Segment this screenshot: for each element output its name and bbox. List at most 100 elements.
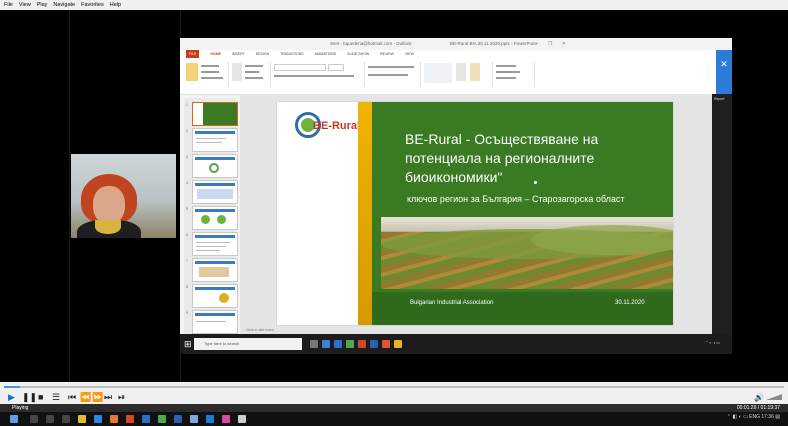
task-view-icon[interactable] (310, 340, 318, 348)
ribbon-group-clipboard (184, 61, 229, 87)
windows-start-icon[interactable]: ⊞ (184, 339, 192, 350)
tray-clock[interactable]: 17:36 (761, 414, 774, 420)
tab-slide-show[interactable]: SLIDE SHOW (347, 52, 369, 56)
shapes-gallery-icon[interactable] (424, 63, 452, 83)
current-slide[interactable]: BE-Rural BE-Rural - Осъществяване на пот… (277, 102, 673, 325)
app-icon[interactable] (382, 340, 390, 348)
app-icon[interactable] (238, 415, 246, 423)
close-icon[interactable]: ✕ (716, 50, 732, 94)
slide-thumbnails: 1 2 3 4 5 6 7 8 9 (184, 98, 238, 334)
mail-icon[interactable] (190, 415, 198, 423)
menu-view[interactable]: View (19, 0, 31, 10)
outlook-icon[interactable] (334, 340, 342, 348)
tab-home[interactable]: HOME (210, 52, 221, 56)
excel-icon[interactable] (158, 415, 166, 423)
notes-pane[interactable]: Click to add notes (240, 326, 712, 334)
select-icon[interactable] (496, 77, 516, 79)
teams-icon[interactable] (206, 415, 214, 423)
powerpoint-icon[interactable] (358, 340, 366, 348)
thumbnail-2[interactable]: 2 (186, 128, 238, 152)
tab-view[interactable]: VIEW (405, 52, 414, 56)
layout-icon[interactable] (245, 65, 263, 67)
tab-animations[interactable]: ANIMATIONS (315, 52, 337, 56)
outlook-icon[interactable] (142, 415, 150, 423)
font-size-select[interactable] (328, 64, 344, 71)
thumbnail-9[interactable]: 9 (186, 310, 238, 334)
presenter-collar (95, 220, 121, 234)
playlist-icon[interactable]: ☰ (52, 391, 60, 403)
previous-icon[interactable]: ⏮ (68, 391, 76, 403)
explorer-icon[interactable] (78, 415, 86, 423)
thumbnail-8[interactable]: 8 (186, 284, 238, 308)
rewind-icon[interactable]: ⏪ (80, 391, 91, 403)
font-format-icons[interactable] (274, 75, 354, 77)
thumbnail-3[interactable]: 3 (186, 154, 238, 178)
status-text: Playing (12, 405, 29, 411)
shared-tray-icons: ⌃ ◐ ◑ ▭ (704, 340, 720, 345)
tray-icons[interactable]: ⌃ ◧ ◐ ▭ (727, 414, 749, 420)
search-icon[interactable] (30, 415, 38, 423)
thumbnail-6[interactable]: 6 (186, 232, 238, 256)
find-icon[interactable] (496, 65, 516, 67)
arrange-icon[interactable] (456, 63, 466, 81)
windows-start-icon[interactable] (10, 415, 18, 423)
menu-play[interactable]: Play (37, 0, 48, 10)
taskbar-search[interactable]: Type here to search (194, 338, 302, 350)
replace-icon[interactable] (496, 71, 520, 73)
quick-styles-icon[interactable] (470, 63, 480, 81)
fast-forward-icon[interactable]: ⏩ (92, 391, 103, 403)
paste-icon[interactable] (186, 63, 198, 81)
copy-icon[interactable] (201, 71, 219, 73)
align-icons[interactable] (368, 74, 408, 76)
volume-slider[interactable] (766, 394, 782, 400)
seek-track[interactable] (4, 386, 784, 388)
tab-insert[interactable]: INSERT (232, 52, 245, 56)
thumbnail-1[interactable]: 1 (186, 102, 238, 126)
menu-file[interactable]: File (4, 0, 13, 10)
reset-icon[interactable] (245, 71, 259, 73)
cortana-icon[interactable] (46, 415, 54, 423)
play-icon[interactable]: ▶ (8, 391, 15, 403)
thumbnail-7[interactable]: 7 (186, 258, 238, 282)
seek-bar[interactable] (0, 382, 788, 390)
menu-help[interactable]: Help (110, 0, 121, 10)
thumbnail-4[interactable]: 4 (186, 180, 238, 204)
ribbon-group-editing (494, 61, 535, 87)
tab-transitions[interactable]: TRANSITIONS (280, 52, 304, 56)
window-controls-icon[interactable]: – ❐ ✕ (536, 41, 570, 47)
excel-icon[interactable] (346, 340, 354, 348)
firefox-icon[interactable] (110, 415, 118, 423)
new-slide-icon[interactable] (232, 63, 242, 81)
tab-design[interactable]: DESIGN (256, 52, 269, 56)
pause-icon[interactable]: ❚❚ (22, 391, 37, 403)
media-player-icon[interactable] (222, 415, 230, 423)
ribbon (180, 58, 716, 95)
powerpoint-icon[interactable] (126, 415, 134, 423)
font-name-select[interactable] (274, 64, 326, 71)
chrome-icon[interactable] (394, 340, 402, 348)
tab-file[interactable]: FILE (186, 50, 200, 58)
edge-icon[interactable] (322, 340, 330, 348)
word-icon[interactable] (370, 340, 378, 348)
cut-icon[interactable] (201, 65, 219, 67)
notifications-icon[interactable]: ▤ (775, 414, 780, 420)
task-view-icon[interactable] (62, 415, 70, 423)
thumbnail-5[interactable]: 5 (186, 206, 238, 230)
word-icon[interactable] (174, 415, 182, 423)
next-icon[interactable]: ⏭ (104, 391, 112, 403)
list-icons[interactable] (368, 66, 414, 68)
menu-navigate[interactable]: Navigate (53, 0, 75, 10)
ribbon-group-drawing (422, 61, 493, 87)
speaker-icon[interactable]: 🔊 (754, 393, 764, 402)
section-icon[interactable] (245, 77, 263, 79)
seek-progress (4, 386, 20, 388)
edge-icon[interactable] (94, 415, 102, 423)
stop-icon[interactable]: ■ (38, 391, 43, 403)
tray-language[interactable]: ENG (749, 414, 760, 420)
frame-step-icon[interactable]: ⏯ (118, 391, 125, 403)
format-painter-icon[interactable] (201, 77, 223, 79)
tab-review[interactable]: REVIEW (380, 52, 394, 56)
ribbon-group-font (272, 61, 365, 87)
menu-favorites[interactable]: Favorites (81, 0, 104, 10)
video-divider (69, 10, 70, 382)
